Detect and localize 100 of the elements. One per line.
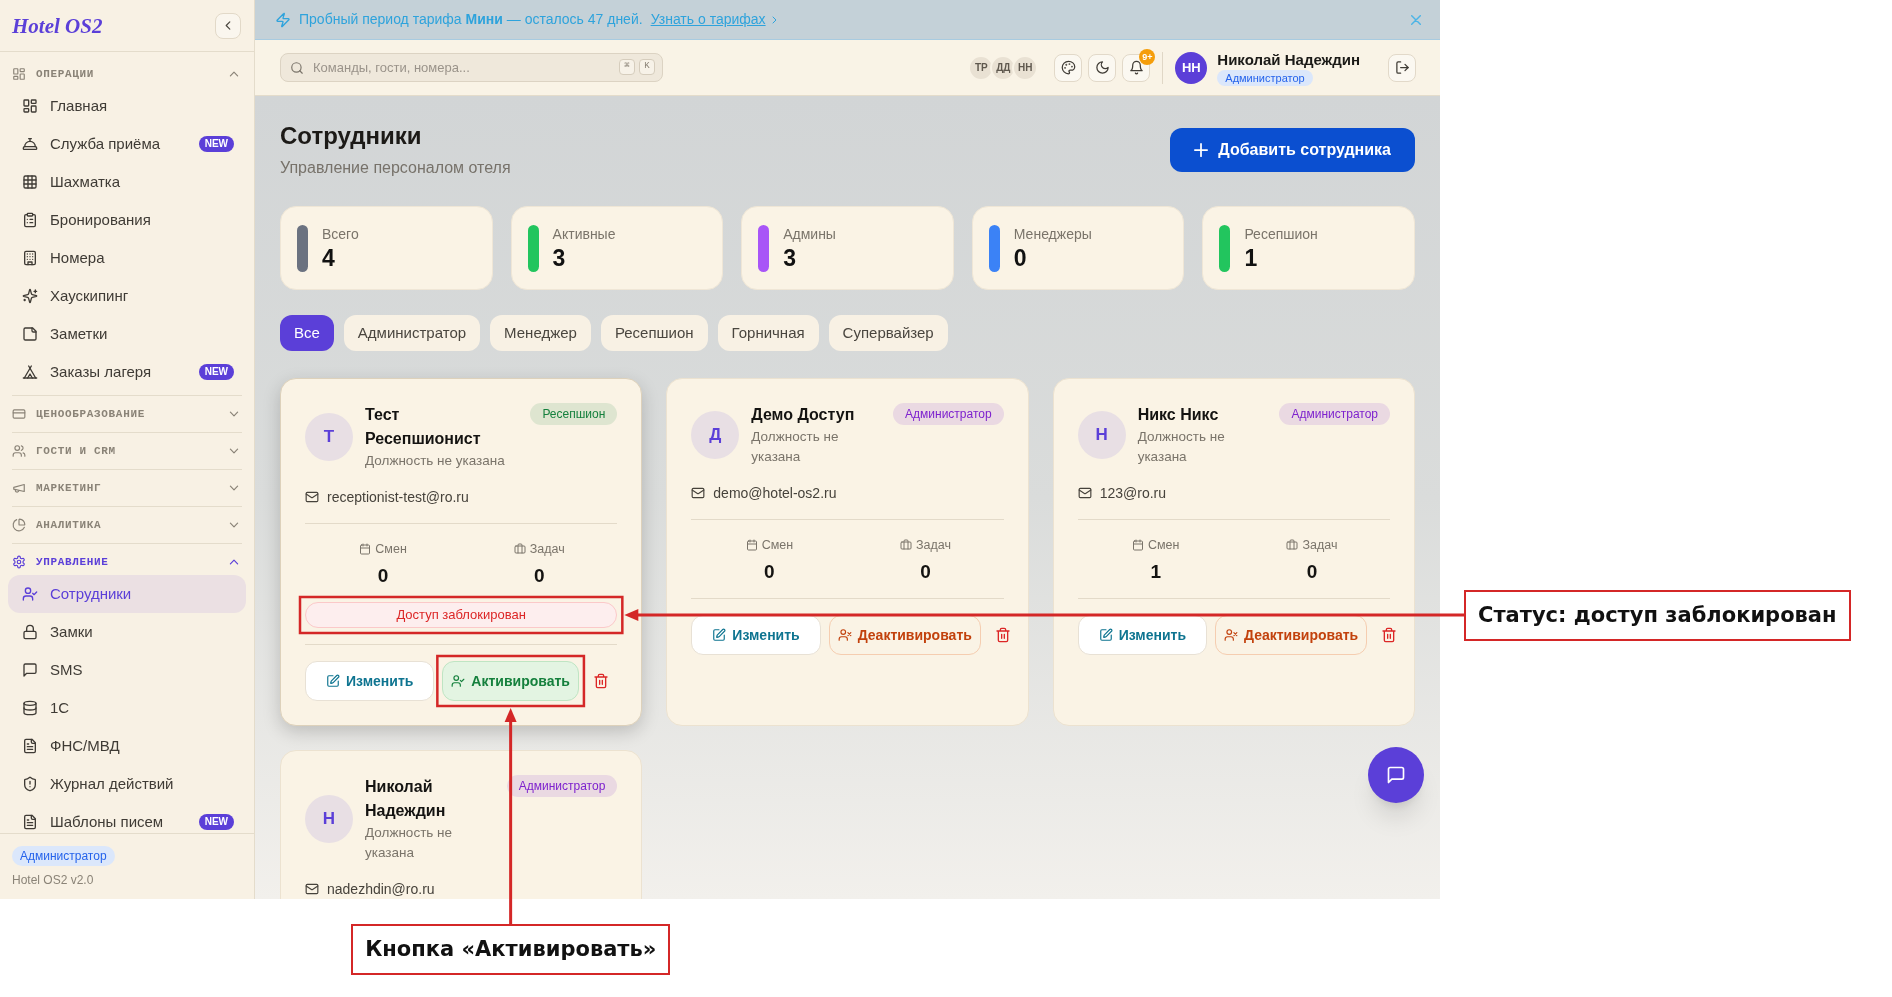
role-badge: Администратор [12, 846, 115, 866]
nav-item[interactable]: Бронирования [8, 201, 246, 239]
edit-button[interactable]: Изменить [1077, 615, 1207, 655]
stat-value: 1 [1150, 560, 1162, 584]
user-name: Николай Надеждин [1217, 49, 1360, 70]
briefcase-icon [513, 543, 526, 555]
dark-mode-button[interactable] [1088, 53, 1117, 82]
nav-item[interactable]: 1С [8, 689, 246, 727]
employee-avatar: Н [305, 795, 353, 843]
lightning-icon [275, 11, 291, 28]
nav-item[interactable]: ФНС/МВД [8, 727, 246, 765]
shield-alert-icon [22, 776, 38, 792]
stat-value: 0 [1013, 244, 1028, 272]
role-badge: Администратор [506, 775, 618, 797]
users-icon [12, 444, 26, 458]
search-icon [290, 60, 304, 75]
dashboard-icon [12, 67, 26, 81]
filter-tab[interactable]: Горничная [717, 315, 819, 351]
nav-item[interactable]: Сотрудники [8, 575, 246, 613]
stat-label: Активные [552, 225, 616, 244]
nav-item[interactable]: Замки [8, 613, 246, 651]
service-bell-icon [22, 136, 38, 152]
trash-icon [994, 627, 1011, 643]
page-title: Сотрудники [280, 121, 423, 151]
stat-label: Админы [783, 225, 836, 244]
employee-name: Демо Доступ [751, 405, 856, 425]
settings-icon [12, 555, 26, 569]
calendar-icon [745, 539, 758, 551]
nav-item[interactable]: Заказы лагеря NEW [8, 353, 246, 391]
chevron-left-icon [225, 21, 231, 30]
stat-label: Всего [322, 225, 359, 244]
edit-button[interactable]: Изменить [691, 615, 821, 655]
nav-item[interactable]: Хаускипинг [8, 277, 246, 315]
close-icon [1411, 14, 1421, 25]
sparkles-icon [22, 288, 38, 304]
database-icon [22, 700, 38, 716]
deactivate-button[interactable]: Деактивировать [1215, 615, 1368, 655]
mail-icon [305, 490, 319, 504]
trash-icon [592, 673, 609, 689]
briefcase-icon [900, 539, 913, 551]
trial-banner-text: Пробный период тарифа Мини — осталось 47 дней. [299, 10, 643, 29]
nav-item[interactable]: Шахматка [8, 163, 246, 201]
employee-name: Никс Никс [1137, 405, 1220, 425]
nav-item[interactable]: Шаблоны писем NEW [8, 803, 246, 833]
stat-label: Смен [1148, 537, 1180, 554]
page-subtitle: Управление персоналом отеля [280, 158, 511, 178]
shortcut-key: K [639, 59, 655, 75]
lock-icon [22, 624, 38, 640]
logout-button[interactable] [1388, 53, 1416, 82]
mail-icon [691, 486, 706, 500]
shortcut-key: ⌘ [619, 59, 635, 75]
collapse-button[interactable] [215, 12, 241, 39]
stat-value: 3 [783, 244, 797, 272]
filter-tab[interactable]: Администратор [343, 315, 481, 351]
megaphone-icon [12, 481, 26, 495]
edit-button[interactable]: Изменить [305, 661, 435, 701]
stat-value: 3 [552, 244, 567, 272]
filter-tab[interactable]: Менеджер [490, 315, 591, 351]
notification-count: 9+ [1139, 48, 1156, 65]
user-x-icon [1224, 628, 1238, 642]
callout-label: Статус: доступ заблокирован [1464, 589, 1851, 641]
notifications-icon [1128, 60, 1144, 75]
role-badge: Администратор [893, 403, 1004, 425]
user-avatar: НН [1175, 51, 1208, 84]
filter-tab[interactable]: Супервайзер [828, 315, 948, 351]
deactivate-button[interactable]: Деактивировать [828, 615, 981, 655]
stat-value: 0 [533, 564, 545, 588]
document-icon [22, 738, 38, 754]
user-check-icon [451, 674, 466, 688]
status-badge: Доступ заблокирован [305, 602, 618, 628]
nav-item[interactable]: Номера [8, 239, 246, 277]
employee-email: 123@ro.ru [1099, 484, 1166, 503]
chat-icon [1386, 765, 1406, 785]
filter-tab[interactable]: Все [280, 315, 334, 351]
note-icon [22, 326, 38, 342]
version-text: Hotel OS2 v2.0 [12, 872, 94, 889]
mail-icon [1077, 486, 1092, 500]
new-badge: NEW [198, 814, 234, 830]
filter-tab[interactable]: Ресепшион [600, 315, 708, 351]
employee-name: Тест Ресепшионист [365, 405, 482, 449]
plus-icon [1194, 143, 1209, 157]
nav-item[interactable]: SMS [8, 651, 246, 689]
stat-value: 0 [377, 564, 389, 588]
nav-item[interactable]: Служба приёма NEW [8, 125, 246, 163]
chat-button[interactable] [1368, 747, 1424, 803]
grid-icon [22, 174, 38, 190]
theme-button[interactable] [1054, 53, 1083, 82]
chevron-right-icon [771, 15, 777, 24]
logout-icon [1394, 60, 1410, 75]
stat-value: 4 [322, 244, 336, 272]
briefcase-icon [1286, 539, 1299, 551]
stat-label: Ресепшион [1244, 225, 1318, 244]
nav-item[interactable]: Журнал действий [8, 765, 246, 803]
add-employee-button[interactable]: Добавить сотрудника [1170, 128, 1415, 172]
activate-button[interactable]: Активировать [442, 661, 579, 701]
moon-icon [1094, 60, 1110, 75]
calendar-icon [359, 543, 372, 555]
stat-label: Задач [1302, 537, 1338, 554]
edit-icon [712, 628, 727, 642]
nav-item[interactable]: Заметки [8, 315, 246, 353]
